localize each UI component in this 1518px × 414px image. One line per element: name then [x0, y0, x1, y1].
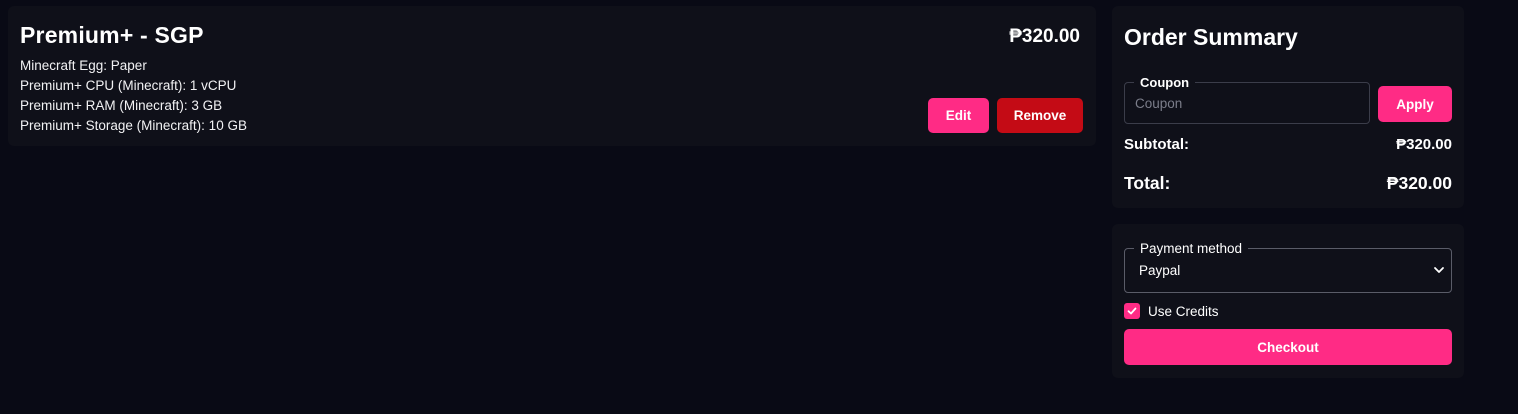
edit-button[interactable]: Edit — [928, 98, 989, 133]
item-detail-ram: Premium+ RAM (Minecraft): 3 GB — [20, 98, 223, 113]
subtotal-row: Subtotal: ₱320.00 — [1124, 136, 1452, 153]
checkout-button[interactable]: Checkout — [1124, 329, 1452, 365]
chevron-down-icon — [1434, 267, 1444, 273]
coupon-field: Coupon — [1124, 75, 1370, 124]
payment-method-value: Paypal — [1139, 263, 1181, 278]
item-price: ₱320.00 — [1009, 26, 1080, 47]
check-icon — [1127, 307, 1137, 315]
cart-item-card: Premium+ - SGP ₱320.00 Minecraft Egg: Pa… — [8, 6, 1096, 146]
order-summary-card: Order Summary Coupon Apply Subtotal: ₱32… — [1112, 6, 1464, 208]
item-detail-storage: Premium+ Storage (Minecraft): 10 GB — [20, 118, 247, 133]
subtotal-label: Subtotal: — [1124, 136, 1189, 153]
total-value: ₱320.00 — [1386, 173, 1452, 193]
payment-method-select[interactable]: Payment method Paypal — [1124, 241, 1452, 293]
use-credits-label: Use Credits — [1148, 303, 1219, 319]
coupon-input[interactable] — [1126, 84, 1368, 122]
use-credits-checkbox[interactable] — [1124, 303, 1140, 319]
item-detail-cpu: Premium+ CPU (Minecraft): 1 vCPU — [20, 78, 237, 93]
remove-button[interactable]: Remove — [997, 98, 1083, 133]
subtotal-value: ₱320.00 — [1396, 136, 1452, 153]
payment-card: Payment method Paypal Use Credits Checko… — [1112, 224, 1464, 378]
payment-method-legend: Payment method — [1134, 241, 1249, 256]
apply-coupon-button[interactable]: Apply — [1378, 86, 1452, 122]
order-summary-title: Order Summary — [1124, 24, 1298, 50]
total-row: Total: ₱320.00 — [1124, 173, 1452, 194]
item-details-list: Minecraft Egg: Paper Premium+ CPU (Minec… — [20, 56, 247, 136]
checkout-page: Premium+ - SGP ₱320.00 Minecraft Egg: Pa… — [0, 0, 1518, 414]
total-label: Total: — [1124, 173, 1171, 193]
item-detail-egg: Minecraft Egg: Paper — [20, 58, 147, 73]
item-title: Premium+ - SGP — [20, 22, 204, 48]
use-credits-control[interactable]: Use Credits — [1124, 303, 1219, 319]
